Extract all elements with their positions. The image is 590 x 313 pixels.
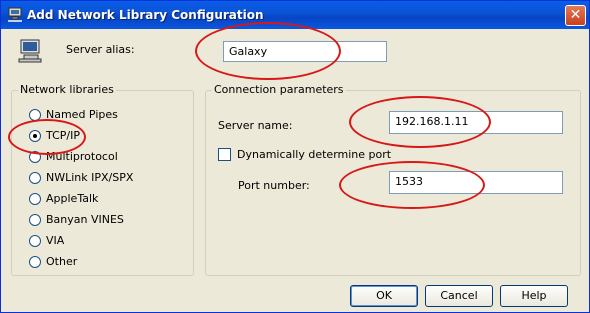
radio-button[interactable]	[29, 172, 41, 184]
network-computer-icon	[8, 7, 22, 22]
radio-button[interactable]	[29, 109, 41, 121]
radio-button[interactable]	[29, 193, 41, 205]
cancel-button[interactable]: Cancel	[425, 285, 493, 307]
port-number-input[interactable]: 1533	[389, 171, 563, 194]
close-button[interactable]: ✕	[565, 5, 586, 26]
network-libraries-label: Network libraries	[18, 83, 116, 96]
connection-parameters-label: Connection parameters	[212, 83, 346, 96]
ok-button[interactable]: OK	[350, 285, 418, 307]
radio-button[interactable]	[29, 256, 41, 268]
dynamic-port-label: Dynamically determine port	[237, 148, 392, 161]
radio-label: NWLink IPX/SPX	[46, 171, 134, 184]
server-alias-input[interactable]: Galaxy	[223, 41, 387, 62]
radio-label: Other	[46, 255, 78, 268]
window-title: Add Network Library Configuration	[27, 8, 264, 22]
radio-label: TCP/IP	[46, 129, 80, 142]
radio-button[interactable]	[29, 214, 41, 226]
server-name-input[interactable]: 192.168.1.11	[389, 111, 563, 134]
radio-button[interactable]	[29, 151, 41, 163]
network-libraries-group: Network libraries Named Pipes TCP/IP Mul…	[11, 83, 194, 276]
server-name-label: Server name:	[218, 119, 293, 132]
radio-button[interactable]	[29, 130, 41, 142]
radio-button[interactable]	[29, 235, 41, 247]
radio-label: VIA	[46, 234, 65, 247]
radio-label: Named Pipes	[46, 108, 118, 121]
radio-label: Multiprotocol	[46, 150, 118, 163]
connection-parameters-group: Connection parameters Server name: 192.1…	[205, 83, 581, 276]
help-button[interactable]: Help	[500, 285, 568, 307]
server-alias-label: Server alias:	[66, 43, 135, 56]
computer-icon	[18, 39, 42, 63]
title-bar[interactable]: Add Network Library Configuration ✕	[1, 1, 589, 29]
radio-label: Banyan VINES	[46, 213, 124, 226]
radio-label: AppleTalk	[46, 192, 99, 205]
close-icon: ✕	[569, 7, 582, 23]
dynamic-port-checkbox[interactable]	[218, 148, 231, 161]
port-number-label: Port number:	[238, 179, 310, 192]
dialog-client: Server alias: Galaxy Network libraries N…	[4, 29, 586, 309]
dialog-window: Add Network Library Configuration ✕ Serv…	[0, 0, 590, 313]
